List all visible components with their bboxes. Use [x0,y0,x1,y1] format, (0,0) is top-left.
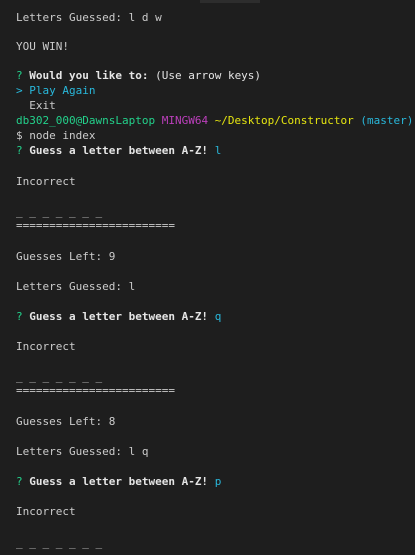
blanks-text: _ _ _ _ _ _ _ [16,205,103,218]
option-exit[interactable]: Exit [16,99,56,112]
prompt-hint: (Use arrow keys) [155,69,262,82]
result-text: Incorrect [16,505,76,518]
guess-question-mark: ? [16,475,23,488]
terminal-output[interactable]: Letters Guessed: l d w YOU WIN! ? Would … [0,0,415,555]
result-line-2: Incorrect [16,340,76,353]
guess-label: Guess a letter between A-Z! [29,475,209,488]
shell-prompt-header: db302_000@DawnsLaptop MINGW64 ~/Desktop/… [16,114,413,127]
guesses-left-text: Guesses Left: 8 [16,415,116,428]
divider-text: ======================== [16,219,175,232]
guess-answer: p [214,475,222,488]
option-play-again[interactable]: > Play Again [16,84,95,97]
letters-guessed-text: Letters Guessed: l d w [16,11,162,24]
blanks-text: _ _ _ _ _ _ _ [16,536,103,549]
inquirer-prompt-line: ? Would you like to: (Use arrow keys) [16,69,261,82]
option-play-again-label: Play Again [29,84,96,97]
win-text: YOU WIN! [16,40,69,53]
guess-prompt-3: ? Guess a letter between A-Z! p [16,475,221,488]
scroll-indicator [200,0,260,3]
word-blanks-3: _ _ _ _ _ _ _ [16,536,102,549]
divider-1: ======================== [16,219,175,232]
git-branch: (master) [360,114,414,127]
letters-guessed-line: Letters Guessed: l q [16,445,148,458]
word-blanks-1: _ _ _ _ _ _ _ [16,205,102,218]
letters-guessed-text: Letters Guessed: l q [16,445,149,458]
prompt-question: Would you like to: [29,69,149,82]
current-path: ~/Desktop/Constructor [214,114,354,127]
win-message: YOU WIN! [16,40,69,53]
guess-prompt-1: ? Guess a letter between A-Z! l [16,144,221,157]
guess-answer: q [214,310,222,323]
prompt-question-mark: ? [16,69,23,82]
guess-label: Guess a letter between A-Z! [29,310,209,323]
shell-name: MINGW64 [161,114,209,127]
guess-question-mark: ? [16,310,23,323]
guesses-left-1: Guesses Left: 9 [16,250,115,263]
guess-prompt-2: ? Guess a letter between A-Z! q [16,310,221,323]
letters-guessed-text: Letters Guessed: l [16,280,136,293]
command-line: $ node index [16,129,95,142]
guess-label: Guess a letter between A-Z! [29,144,209,157]
guess-answer: l [214,144,222,157]
divider-2: ======================== [16,384,175,397]
letters-guessed-line: Letters Guessed: l [16,280,135,293]
guesses-left-2: Guesses Left: 8 [16,415,115,428]
command-text: node index [29,129,96,142]
divider-text: ======================== [16,384,175,397]
guess-question-mark: ? [16,144,23,157]
word-blanks-2: _ _ _ _ _ _ _ [16,370,102,383]
letters-guessed-line: Letters Guessed: l d w [16,11,162,24]
result-text: Incorrect [16,175,76,188]
guesses-left-text: Guesses Left: 9 [16,250,116,263]
blanks-text: _ _ _ _ _ _ _ [16,370,103,383]
pointer-icon: > [16,84,23,97]
result-line-1: Incorrect [16,175,76,188]
option-exit-label: Exit [29,99,56,112]
result-text: Incorrect [16,340,76,353]
result-line-3: Incorrect [16,505,76,518]
user-host: db302_000@DawnsLaptop [16,114,156,127]
shell-prompt-symbol: $ [16,129,23,142]
